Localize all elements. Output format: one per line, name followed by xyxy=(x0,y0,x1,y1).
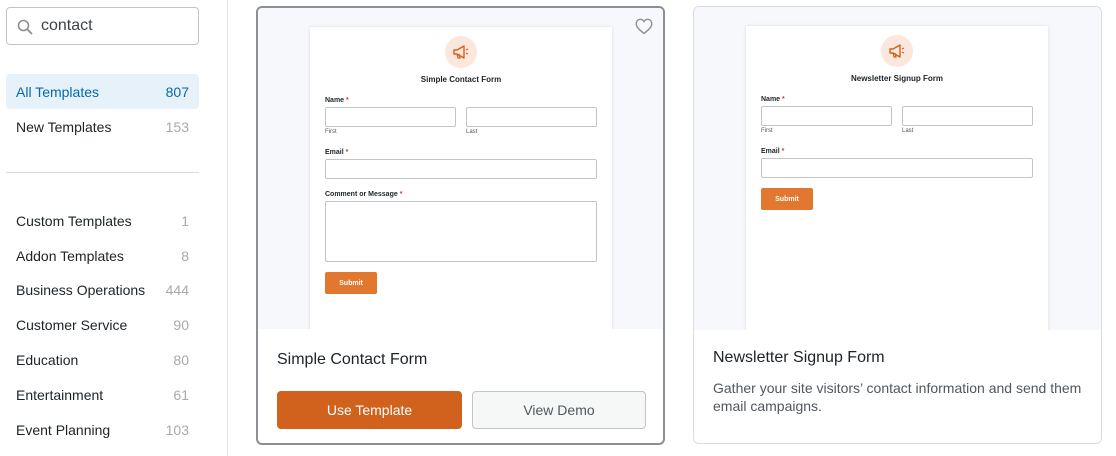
form-preview-last-sublabel: Last xyxy=(466,129,478,135)
view-demo-button[interactable]: View Demo xyxy=(472,391,646,429)
category-label: Addon Templates xyxy=(16,247,124,264)
category-count: 61 xyxy=(173,386,189,403)
form-preview-email-input xyxy=(761,158,1033,178)
category-count: 90 xyxy=(173,316,189,333)
template-preview[interactable]: Simple Contact Form Name * First Last Em… xyxy=(258,8,663,329)
category-addon-templates[interactable]: Addon Templates 8 xyxy=(6,238,199,273)
form-preview-last-input xyxy=(466,107,597,127)
category-count: 1 xyxy=(181,212,189,229)
category-count: 103 xyxy=(165,421,189,438)
category-label: All Templates xyxy=(16,83,100,100)
form-preview-first-sublabel: First xyxy=(761,128,773,134)
form-preview-first-sublabel: First xyxy=(325,129,337,135)
template-card-simple-contact-form[interactable]: Simple Contact Form Name * First Last Em… xyxy=(256,6,665,445)
category-new-templates[interactable]: New Templates 153 xyxy=(6,109,199,144)
form-preview-email-label: Email * xyxy=(761,148,785,155)
form-preview-email-input xyxy=(325,159,597,179)
category-entertainment[interactable]: Entertainment 61 xyxy=(6,377,199,412)
category-label: Event Planning xyxy=(16,421,111,438)
category-label: Education xyxy=(16,351,79,368)
form-preview-last-sublabel: Last xyxy=(902,128,914,134)
category-education[interactable]: Education 80 xyxy=(6,342,199,377)
form-preview-submit-button: Submit xyxy=(761,188,813,210)
category-count: 807 xyxy=(165,83,189,100)
form-preview-first-input xyxy=(761,106,892,126)
form-preview-title: Newsletter Signup Form xyxy=(850,74,943,83)
search-icon xyxy=(17,19,33,35)
form-preview-name-label: Name * xyxy=(761,96,785,103)
category-label: New Templates xyxy=(16,118,112,135)
template-card-newsletter-signup-form[interactable]: Newsletter Signup Form Name * First Last… xyxy=(693,6,1102,444)
category-all-templates[interactable]: All Templates 807 xyxy=(6,74,199,109)
category-custom-templates[interactable]: Custom Templates 1 xyxy=(6,203,199,238)
megaphone-icon xyxy=(445,36,477,68)
form-preview-message-textarea xyxy=(325,201,597,262)
form-preview-message-label: Comment or Message * xyxy=(325,191,403,198)
template-sidebar: All Templates 807 New Templates 153 Cust… xyxy=(0,0,228,456)
megaphone-icon xyxy=(881,35,913,67)
category-count: 8 xyxy=(181,247,189,264)
category-count: 444 xyxy=(165,281,189,298)
form-preview-email-label: Email * xyxy=(325,149,349,156)
category-label: Customer Service xyxy=(16,316,128,333)
form-preview-title: Simple Contact Form xyxy=(420,75,502,84)
category-label: Custom Templates xyxy=(16,212,132,229)
sidebar-divider xyxy=(6,172,199,173)
category-count: 153 xyxy=(165,118,189,135)
category-count: 80 xyxy=(173,351,189,368)
template-name: Simple Contact Form xyxy=(277,351,428,368)
category-customer-service[interactable]: Customer Service 90 xyxy=(6,307,199,342)
form-preview-first-input xyxy=(325,107,456,127)
form-preview-submit-button: Submit xyxy=(325,272,377,294)
category-label: Entertainment xyxy=(16,386,104,403)
template-preview[interactable]: Newsletter Signup Form Name * First Last… xyxy=(694,7,1101,330)
category-label: Business Operations xyxy=(16,281,146,298)
category-business-operations[interactable]: Business Operations 444 xyxy=(6,272,199,307)
template-description: Gather your site visitors’ contact infor… xyxy=(713,380,1082,414)
template-name: Newsletter Signup Form xyxy=(713,349,885,366)
form-preview-paper: Newsletter Signup Form Name * First Last… xyxy=(746,26,1048,330)
search-input[interactable] xyxy=(41,8,191,44)
form-preview-last-input xyxy=(902,106,1033,126)
use-template-button[interactable]: Use Template xyxy=(277,391,462,429)
form-preview-name-label: Name * xyxy=(325,97,349,104)
heart-icon[interactable] xyxy=(635,18,653,35)
search-box[interactable] xyxy=(6,7,199,45)
category-event-planning[interactable]: Event Planning 103 xyxy=(6,412,199,447)
form-preview-paper: Simple Contact Form Name * First Last Em… xyxy=(310,27,612,329)
